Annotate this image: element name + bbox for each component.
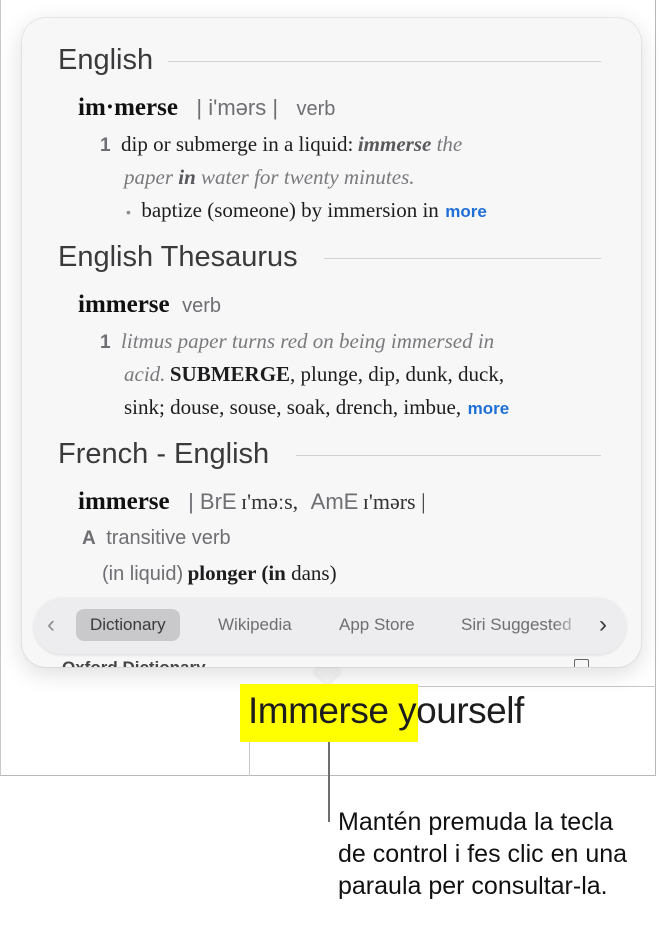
callout-line — [328, 742, 330, 822]
thesaurus-line-2: acid. SUBMERGE, plunge, dip, dunk, duck, — [124, 362, 504, 387]
document-text: Immerse yourself — [248, 690, 524, 732]
pronunciation-ame: ɪ'mərs | — [362, 489, 426, 514]
lookup-popover: English im·merse | i'mərs | verb 1 dip o… — [22, 18, 641, 667]
source-tab-bar: ‹ Dictionary Wikipedia App Store Siri Su… — [34, 598, 626, 654]
example-keyword: immerse — [357, 132, 432, 156]
tab-siri-suggested[interactable]: Siri Suggested — [461, 609, 585, 641]
example: litmus paper turns red on being immersed… — [121, 329, 495, 353]
synonyms: , plunge, dip, dunk, duck, — [290, 362, 505, 386]
pronunciation-bre-label: | BrE — [188, 489, 237, 514]
grammar-label: transitive verb — [106, 527, 231, 549]
example-keyword: in — [178, 165, 196, 189]
entry-header: immerse verb — [78, 291, 221, 319]
sense-number: 1 — [100, 135, 111, 156]
chevron-right-icon[interactable]: › — [599, 610, 607, 640]
translation: plonger ( — [187, 561, 269, 585]
grammar-line: A transitive verb — [82, 527, 231, 550]
section-rule — [168, 61, 601, 62]
translation-keyword: in — [268, 561, 286, 585]
entry-header: immerse | BrE ɪ'məːs, AmE ɪ'mərs | — [78, 488, 426, 516]
main-synonym: SUBMERGE — [169, 362, 291, 386]
section-title-english: English — [58, 44, 154, 76]
pronunciation: | i'mərs | — [196, 95, 279, 120]
headword: immerse — [78, 291, 170, 318]
context-label: (in liquid) — [102, 563, 184, 585]
sense-1: 1 dip or submerge in a liquid: immerse t… — [100, 132, 462, 157]
tab-dictionary[interactable]: Dictionary — [76, 609, 180, 641]
tab-wikipedia[interactable]: Wikipedia — [218, 609, 292, 641]
example: acid. — [124, 362, 166, 386]
grammar-letter: A — [82, 528, 96, 549]
part-of-speech: verb — [296, 98, 336, 120]
more-link-english[interactable]: more — [445, 202, 487, 221]
sense-number: 1 — [100, 332, 111, 353]
section-title-thesaurus: English Thesaurus — [58, 241, 298, 273]
translation-rest: dans) — [285, 561, 337, 585]
section-rule — [324, 258, 601, 259]
headword: immerse — [78, 488, 170, 515]
highlighted-word[interactable]: Immerse — [248, 690, 389, 731]
synonyms: sink; douse, souse, soak, drench, imbue, — [124, 395, 462, 419]
example-text: paper — [124, 165, 179, 189]
example-continued: paper in water for twenty minutes. — [124, 165, 415, 190]
document-text-rest: yourself — [388, 690, 524, 731]
thesaurus-sense-1: 1 litmus paper turns red on being immers… — [100, 329, 494, 354]
callout-caption: Mantén premuda la tecla de control i fes… — [338, 808, 628, 900]
entry-header: im·merse | i'mərs | verb — [78, 94, 335, 122]
chevron-left-icon[interactable]: ‹ — [47, 610, 55, 640]
pronunciation-ame-label: AmE — [310, 489, 359, 514]
more-link-thesaurus[interactable]: more — [468, 399, 510, 418]
pronunciation-bre: ɪ'məːs, — [241, 489, 299, 514]
part-of-speech: verb — [182, 295, 221, 317]
subsense: • baptize (someone) by immersion in more — [126, 198, 487, 223]
headword: im·merse — [78, 94, 178, 121]
tab-app-store[interactable]: App Store — [339, 609, 415, 641]
subsense-text: baptize (someone) by immersion in — [141, 198, 439, 222]
source-label: Oxford Dictionary — [62, 658, 206, 667]
open-in-app-icon[interactable] — [574, 659, 589, 667]
section-rule — [296, 455, 601, 456]
example-text: water for twenty minutes. — [195, 165, 415, 189]
example-text: the — [431, 132, 463, 156]
bullet-icon: • — [126, 204, 131, 220]
definition: dip or submerge in a liquid: — [121, 132, 354, 156]
example: immerse the — [358, 132, 462, 156]
section-title-french-english: French - English — [58, 438, 270, 470]
translation-line: (in liquid) plonger (in dans) — [102, 561, 337, 586]
thesaurus-line-3: sink; douse, souse, soak, drench, imbue,… — [124, 395, 509, 420]
